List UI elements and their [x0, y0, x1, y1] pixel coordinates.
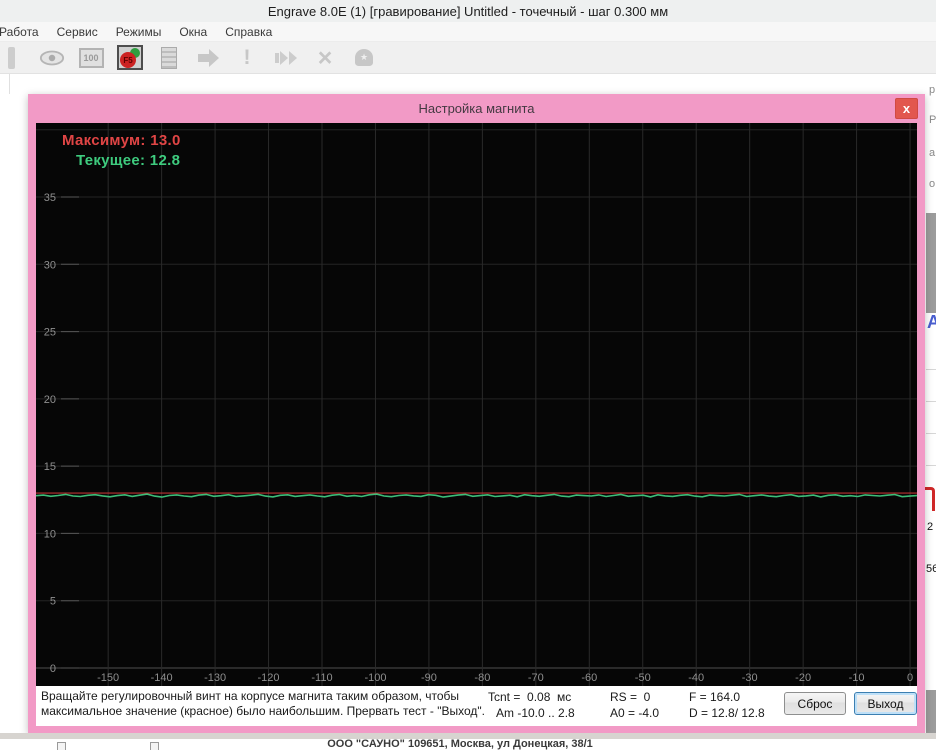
exclamation-glyph: ! [243, 45, 251, 69]
svg-text:-110: -110 [311, 672, 332, 684]
fast-forward-icon[interactable] [273, 45, 299, 71]
svg-text:0: 0 [907, 672, 913, 684]
document-icon[interactable] [156, 45, 182, 71]
bg-text-fragment: а [929, 147, 936, 159]
checkbox-fragment[interactable] [150, 742, 159, 750]
window-titlebar: Engrave 8.0E (1) [гравирование] Untitled… [0, 0, 936, 22]
toolbar: 100 F5 ! × ★ [0, 42, 936, 74]
stats-f-d: F = 164.0 D = 12.8/ 12.8 [689, 689, 765, 721]
menu-item-okna[interactable]: Окна [170, 25, 216, 39]
checkbox-fragment[interactable] [57, 742, 66, 750]
instruction-line-1: Вращайте регулировочный винт на корпусе … [41, 689, 460, 703]
svg-text:-80: -80 [474, 672, 490, 684]
stats-timing: Tcnt = 0.08 мс Am -10.0 .. 2.8 [488, 689, 575, 721]
menu-item-rabota[interactable]: Работа [0, 25, 48, 39]
svg-text:-50: -50 [635, 672, 651, 684]
window-title: Engrave 8.0E (1) [гравирование] Untitled… [267, 3, 669, 19]
f5-red-dot: F5 [120, 52, 136, 68]
reset-button[interactable]: Сброс [784, 692, 846, 715]
arrow-right-shape [197, 48, 219, 67]
svg-text:-90: -90 [421, 672, 437, 684]
svg-text:10: 10 [44, 528, 56, 540]
bg-blue-letter: А [927, 312, 936, 332]
bg-grid-fragment [926, 338, 936, 488]
current-value-label: Текущее: 12.8 [76, 152, 181, 169]
menu-bar: Работа Сервис Режимы Окна Справка [0, 22, 936, 42]
bg-number-fragment: 2 [927, 521, 934, 533]
bg-text-fragment: о [929, 178, 936, 190]
dialog-title: Настройка магнита [418, 101, 535, 116]
svg-text:5: 5 [50, 596, 56, 608]
bg-text-fragment: р [929, 84, 936, 96]
svg-text:-10: -10 [849, 672, 865, 684]
stat-tcnt: Tcnt = 0.08 мс [488, 690, 572, 704]
svg-text:30: 30 [44, 259, 56, 271]
stats-rs-a0: RS = 0 A0 = -4.0 [610, 689, 659, 721]
magnet-signal-chart: 05101520253035-150 -140 -130 -120 -110 -100 -9… [35, 123, 918, 686]
bell-icon-shape: ★ [355, 49, 373, 66]
menu-item-servis[interactable]: Сервис [48, 25, 107, 39]
svg-text:15: 15 [44, 461, 56, 473]
max-value-label: Максимум: 13.0 [62, 132, 181, 149]
svg-text:-130: -130 [204, 672, 226, 684]
eye-icon-shape [39, 50, 65, 65]
company-address-text: ООО "САУНО" 109651, Москва, ул Донецкая,… [327, 738, 593, 750]
svg-text:20: 20 [44, 394, 56, 406]
fast-forward-shape [275, 50, 297, 65]
bell-icon[interactable]: ★ [351, 45, 377, 71]
svg-text:0: 0 [50, 663, 56, 675]
dialog-footer: Вращайте регулировочный винт на корпусе … [36, 686, 917, 726]
svg-text:-20: -20 [795, 672, 811, 684]
magnet-setup-dialog: Настройка магнита x 0 5 10 15 20 25 30 35 -150 -1… [28, 94, 925, 733]
svg-text:-70: -70 [528, 672, 544, 684]
menu-item-spravka[interactable]: Справка [216, 25, 281, 39]
eye-icon[interactable] [39, 45, 65, 71]
svg-text:-140: -140 [151, 672, 173, 684]
svg-text:-30: -30 [742, 672, 758, 684]
bg-number-fragment: 56 [926, 563, 936, 575]
cancel-x-glyph: × [317, 43, 333, 72]
magnet-signal-plot: 0 5 10 15 20 25 30 35 -150 -140 -130 -120 -110 -100 -9… [35, 123, 918, 686]
bottom-statusbar: ООО "САУНО" 109651, Москва, ул Донецкая,… [0, 733, 936, 750]
dialog-titlebar[interactable]: Настройка магнита x [28, 94, 925, 123]
svg-text:25: 25 [44, 327, 56, 339]
exit-button[interactable]: Выход [854, 692, 917, 715]
partial-icon[interactable] [0, 45, 26, 71]
bg-gray-panel [926, 690, 936, 733]
panel-divider [9, 74, 10, 94]
engrave-f5-shape: F5 [117, 45, 143, 70]
close-icon[interactable]: x [895, 98, 918, 119]
stat-f: F = 164.0 [689, 690, 741, 704]
bg-red-curve-fragment [925, 487, 935, 511]
menu-item-rezhimy[interactable]: Режимы [107, 25, 171, 39]
svg-text:-120: -120 [258, 672, 280, 684]
zoom-100-icon[interactable]: 100 [78, 45, 104, 71]
zoom-100-label: 100 [78, 47, 104, 68]
bg-gray-panel [926, 213, 936, 313]
arrow-right-icon[interactable] [195, 45, 221, 71]
svg-text:-60: -60 [581, 672, 597, 684]
svg-text:-100: -100 [364, 672, 386, 684]
instruction-text: Вращайте регулировочный винт на корпусе … [41, 689, 485, 719]
app-window: Engrave 8.0E (1) [гравирование] Untitled… [0, 0, 936, 750]
document-icon-shape [161, 46, 177, 69]
stat-d: D = 12.8/ 12.8 [689, 706, 765, 720]
stat-am: Am -10.0 .. 2.8 [496, 706, 575, 720]
svg-text:-40: -40 [688, 672, 704, 684]
engrave-f5-icon[interactable]: F5 [117, 45, 143, 71]
partial-icon-shape [8, 46, 15, 69]
exclamation-icon[interactable]: ! [234, 45, 260, 71]
bg-text-fragment: Р [929, 114, 936, 126]
svg-text:-150: -150 [97, 672, 119, 684]
stat-rs: RS = 0 [610, 690, 651, 704]
stat-a0: A0 = -4.0 [610, 706, 660, 720]
cancel-x-icon[interactable]: × [312, 45, 338, 71]
svg-text:35: 35 [44, 192, 56, 204]
instruction-line-2: максимальное значение (красное) было наи… [41, 704, 485, 718]
